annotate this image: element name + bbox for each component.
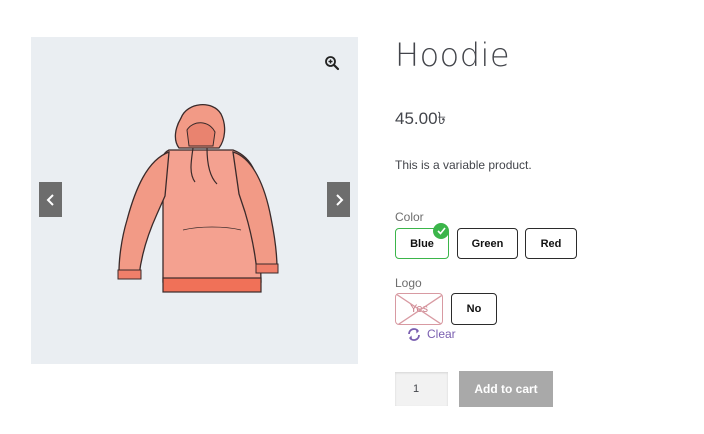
checkmark-icon xyxy=(433,223,449,239)
chevron-right-icon xyxy=(335,193,343,206)
color-option-blue[interactable]: Blue xyxy=(395,223,449,259)
logo-option-yes[interactable]: Yes xyxy=(395,293,443,325)
clear-selection-link[interactable]: Clear xyxy=(407,327,456,341)
color-option-label: Green xyxy=(471,237,504,250)
color-option-label: Blue xyxy=(410,237,434,250)
logo-label: Logo xyxy=(395,276,422,290)
add-to-cart-button[interactable]: Add to cart xyxy=(459,371,553,407)
product-description: This is a variable product. xyxy=(395,158,532,172)
product-gallery xyxy=(31,37,358,364)
quantity-input[interactable] xyxy=(395,372,448,406)
clear-label: Clear xyxy=(427,327,456,341)
logo-option-no[interactable]: No xyxy=(451,293,497,325)
color-option-green[interactable]: Green xyxy=(457,228,518,259)
refresh-icon xyxy=(408,327,420,341)
unavailable-cross-icon xyxy=(396,294,442,324)
gallery-prev-button[interactable] xyxy=(39,182,62,217)
magnifier-plus-icon[interactable] xyxy=(324,55,340,71)
gallery-next-button[interactable] xyxy=(327,182,350,217)
color-option-red[interactable]: Red xyxy=(525,228,577,259)
logo-option-label: No xyxy=(466,303,482,315)
product-price: 45.00৳ xyxy=(395,109,447,128)
hoodie-image[interactable] xyxy=(109,100,281,300)
chevron-left-icon xyxy=(46,193,54,206)
color-option-label: Red xyxy=(540,237,562,250)
color-label: Color xyxy=(395,210,424,224)
product-title: Hoodie xyxy=(395,36,511,74)
